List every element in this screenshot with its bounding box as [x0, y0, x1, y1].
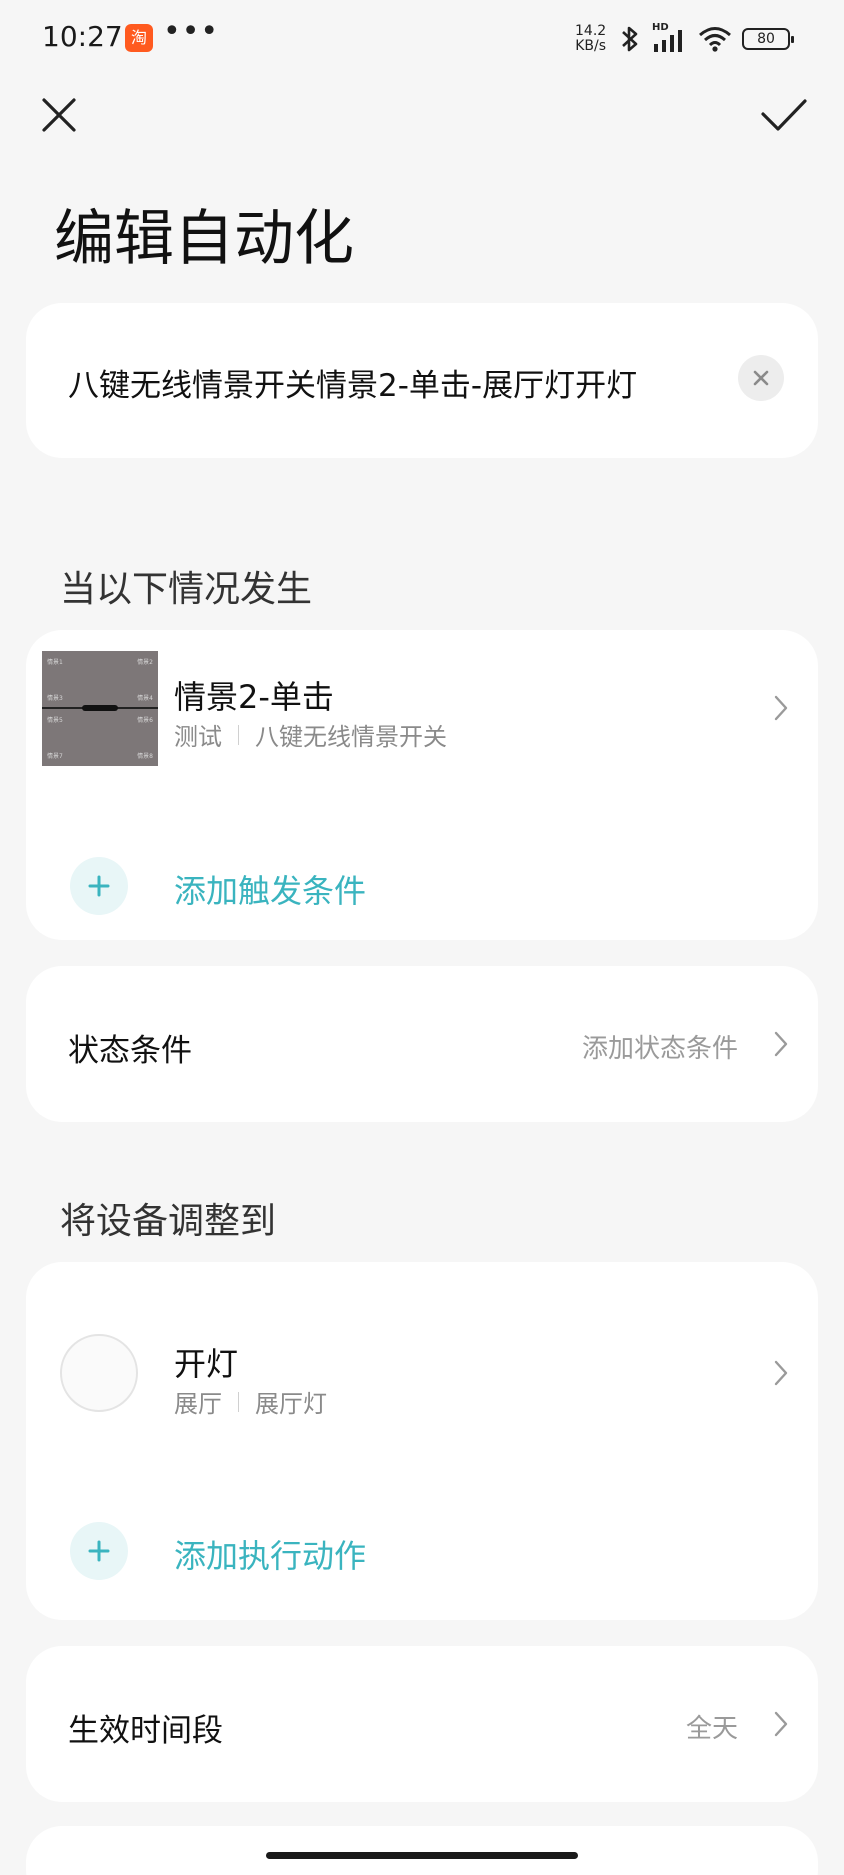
chevron-right-icon: [774, 1031, 788, 1057]
taobao-app-icon: 淘: [125, 24, 153, 52]
trigger-card: 情景1 情景2 情景3 情景4 情景5 情景6 情景7 情景8 情景2-单击 测…: [26, 630, 818, 940]
action-card: 开灯 展厅 展厅灯 添加执行动作: [26, 1262, 818, 1620]
add-action-circle: [70, 1522, 128, 1580]
network-speed-value: 14.2: [575, 23, 607, 39]
automation-name[interactable]: 八键无线情景开关情景2-单击-展厅灯开灯: [68, 360, 637, 405]
separator: [238, 1391, 239, 1412]
add-action-button[interactable]: 添加执行动作: [26, 1497, 818, 1597]
trigger-title: 情景2-单击: [174, 678, 334, 716]
chevron-right-icon: [774, 1711, 788, 1737]
add-trigger-label: 添加触发条件: [174, 872, 367, 910]
wifi-icon: [699, 27, 731, 52]
next-card: [26, 1826, 818, 1875]
automation-name-card[interactable]: 八键无线情景开关情景2-单击-展厅灯开灯: [26, 303, 818, 458]
action-item[interactable]: 开灯 展厅 展厅灯: [26, 1262, 818, 1482]
plus-icon: [88, 875, 110, 897]
status-icons: HD 80: [618, 22, 794, 56]
action-title: 开灯: [174, 1345, 239, 1383]
action-room: 展厅: [174, 1390, 222, 1418]
effective-time-row[interactable]: 生效时间段 全天: [26, 1646, 818, 1802]
more-notifications-icon: •••: [163, 14, 220, 49]
add-state-condition-link[interactable]: 添加状态条件: [582, 1028, 738, 1065]
state-condition-label: 状态条件: [68, 1033, 192, 1069]
add-trigger-button[interactable]: 添加触发条件: [26, 830, 818, 930]
add-action-label: 添加执行动作: [174, 1537, 367, 1575]
state-condition-row[interactable]: 状态条件 添加状态条件: [26, 966, 818, 1122]
effective-time-value: 全天: [685, 1714, 738, 1744]
chevron-right-icon: [774, 1360, 788, 1386]
chevron-right-icon: [774, 695, 788, 721]
clear-icon: [753, 370, 769, 386]
status-time: 10:27: [42, 20, 123, 53]
trigger-subtitle: 测试 八键无线情景开关: [174, 717, 447, 752]
separator: [238, 724, 239, 745]
battery-icon: 80: [742, 28, 794, 50]
page-title: 编辑自动化: [54, 204, 354, 274]
home-indicator[interactable]: [266, 1852, 578, 1859]
plus-icon: [88, 1540, 110, 1562]
cell-signal-icon: HD: [652, 22, 688, 54]
trigger-room: 测试: [174, 723, 222, 751]
trigger-device: 八键无线情景开关: [255, 723, 447, 751]
bluetooth-icon: [622, 26, 638, 52]
network-speed: 14.2 KB/s: [575, 24, 606, 54]
trigger-item[interactable]: 情景2-单击 测试 八键无线情景开关: [26, 630, 818, 790]
action-section-label: 将设备调整到: [60, 1201, 277, 1242]
add-trigger-circle: [70, 857, 128, 915]
device-icon: [60, 1334, 138, 1412]
check-icon[interactable]: [760, 96, 808, 134]
close-icon[interactable]: [40, 96, 78, 134]
effective-time-label: 生效时间段: [68, 1713, 223, 1749]
network-speed-unit: KB/s: [575, 38, 606, 54]
action-device: 展厅灯: [255, 1390, 327, 1418]
action-subtitle: 展厅 展厅灯: [174, 1384, 327, 1419]
trigger-section-label: 当以下情况发生: [60, 569, 313, 610]
clear-name-button[interactable]: [738, 355, 784, 401]
